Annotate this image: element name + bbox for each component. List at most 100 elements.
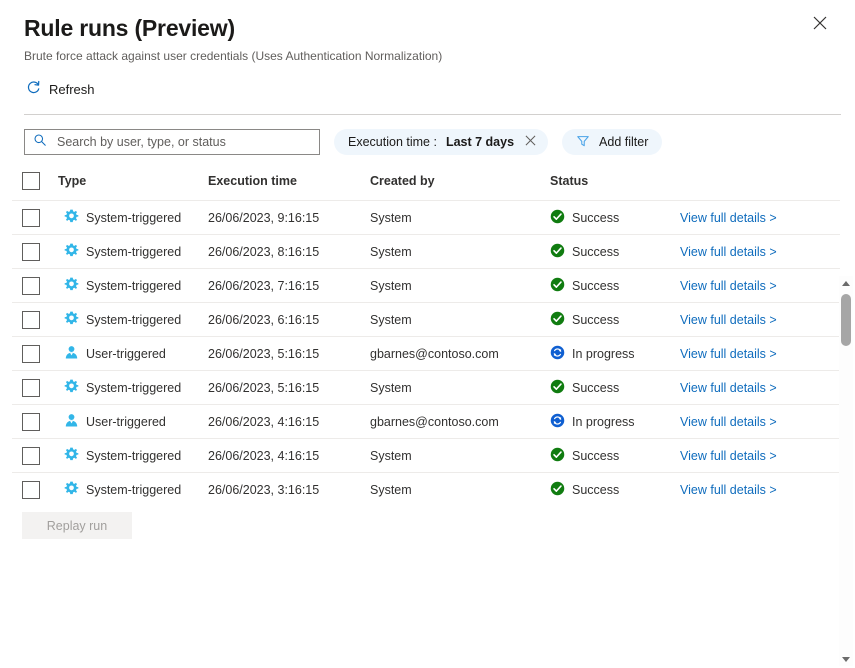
search-box[interactable] bbox=[24, 129, 320, 155]
cell-actions: View full details > bbox=[680, 337, 840, 371]
cell-created-by: gbarnes@contoso.com bbox=[370, 405, 550, 439]
status-label: Success bbox=[572, 449, 619, 463]
cell-actions: View full details > bbox=[680, 473, 840, 507]
cell-actions: View full details > bbox=[680, 371, 840, 405]
replay-run-button[interactable]: Replay run bbox=[22, 512, 132, 539]
cell-actions: View full details > bbox=[680, 439, 840, 473]
row-checkbox[interactable] bbox=[22, 311, 40, 329]
view-full-details-link[interactable]: View full details > bbox=[680, 483, 777, 497]
table-row[interactable]: System-triggered26/06/2023, 6:16:15Syste… bbox=[12, 303, 840, 337]
status-label: In progress bbox=[572, 347, 635, 361]
close-icon bbox=[525, 135, 536, 149]
scroll-up-button[interactable] bbox=[839, 276, 853, 290]
scrollbar-track[interactable] bbox=[839, 290, 853, 652]
column-header-type[interactable]: Type bbox=[58, 172, 208, 201]
row-select-cell bbox=[12, 405, 58, 439]
view-full-details-link[interactable]: View full details > bbox=[680, 313, 777, 327]
row-checkbox[interactable] bbox=[22, 345, 40, 363]
filter-chip-execution-time[interactable]: Execution time : Last 7 days bbox=[334, 129, 548, 155]
cell-created-by: System bbox=[370, 371, 550, 405]
view-full-details-link[interactable]: View full details > bbox=[680, 415, 777, 429]
status-label: Success bbox=[572, 211, 619, 225]
cell-status: In progress bbox=[550, 405, 680, 439]
column-header-execution-time[interactable]: Execution time bbox=[208, 172, 370, 201]
view-full-details-link[interactable]: View full details > bbox=[680, 279, 777, 293]
cell-status: Success bbox=[550, 269, 680, 303]
filter-funnel-icon bbox=[576, 134, 590, 151]
cell-created-by: System bbox=[370, 303, 550, 337]
table-header: Type Execution time Created by Status bbox=[12, 172, 840, 201]
row-checkbox[interactable] bbox=[22, 447, 40, 465]
table-header-row: Type Execution time Created by Status bbox=[12, 172, 840, 201]
cell-execution-time: 26/06/2023, 8:16:15 bbox=[208, 235, 370, 269]
table-row[interactable]: System-triggered 26/06/2023, 5:16:15Syste… bbox=[12, 371, 840, 405]
table-row[interactable]: System-triggered26/06/2023, 8:16:15Syste… bbox=[12, 235, 840, 269]
column-header-status[interactable]: Status bbox=[550, 172, 680, 201]
row-select-cell bbox=[12, 269, 58, 303]
status-label: Success bbox=[572, 483, 619, 497]
success-check-icon bbox=[550, 481, 565, 499]
panel-header: Rule runs (Preview) Brute force attack a… bbox=[0, 0, 855, 64]
add-filter-label: Add filter bbox=[599, 135, 648, 149]
filter-chip-label: Execution time : bbox=[348, 135, 437, 149]
table-row[interactable]: System-triggered26/06/2023, 3:16:15Syste… bbox=[12, 473, 840, 507]
cell-status: Success bbox=[550, 439, 680, 473]
command-bar: Refresh bbox=[0, 64, 855, 102]
type-label: User-triggered bbox=[86, 415, 166, 429]
success-check-icon bbox=[550, 243, 565, 261]
success-check-icon bbox=[550, 447, 565, 465]
cell-status: Success bbox=[550, 371, 680, 405]
status-label: In progress bbox=[572, 415, 635, 429]
cell-actions: View full details > bbox=[680, 269, 840, 303]
cell-type: System-triggered bbox=[58, 371, 208, 405]
cell-actions: View full details > bbox=[680, 201, 840, 235]
refresh-button[interactable]: Refresh bbox=[24, 76, 101, 102]
type-label: System-triggered bbox=[86, 279, 181, 293]
scrollbar-thumb[interactable] bbox=[841, 294, 851, 346]
table-row[interactable]: User-triggered 26/06/2023, 4:16:15gbarnes… bbox=[12, 405, 840, 439]
view-full-details-link[interactable]: View full details > bbox=[680, 449, 777, 463]
gear-icon bbox=[64, 209, 79, 227]
view-full-details-link[interactable]: View full details > bbox=[680, 347, 777, 361]
row-checkbox[interactable] bbox=[22, 243, 40, 261]
refresh-label: Refresh bbox=[49, 82, 95, 97]
cell-created-by: gbarnes@contoso.com bbox=[370, 337, 550, 371]
type-label: System-triggered bbox=[86, 381, 181, 395]
view-full-details-link[interactable]: View full details > bbox=[680, 245, 777, 259]
view-full-details-link[interactable]: View full details > bbox=[680, 211, 777, 225]
column-header-actions bbox=[680, 172, 840, 201]
scroll-down-button[interactable] bbox=[839, 652, 853, 666]
select-all-checkbox[interactable] bbox=[22, 172, 40, 190]
cell-execution-time: 26/06/2023, 5:16:15 bbox=[208, 371, 370, 405]
row-checkbox[interactable] bbox=[22, 277, 40, 295]
table-row[interactable]: User-triggered26/06/2023, 5:16:15gbarnes… bbox=[12, 337, 840, 371]
filter-row: Execution time : Last 7 days Add filter bbox=[0, 115, 855, 155]
filter-chip-remove-button[interactable] bbox=[523, 133, 538, 151]
row-checkbox[interactable] bbox=[22, 481, 40, 499]
close-button[interactable] bbox=[805, 8, 835, 38]
cell-status: Success bbox=[550, 201, 680, 235]
row-checkbox[interactable] bbox=[22, 413, 40, 431]
table-row[interactable]: System-triggered26/06/2023, 4:16:15Syste… bbox=[12, 439, 840, 473]
add-filter-button[interactable]: Add filter bbox=[562, 129, 662, 155]
runs-table-container: Type Execution time Created by Status Sy… bbox=[0, 172, 855, 506]
row-checkbox[interactable] bbox=[22, 379, 40, 397]
row-checkbox[interactable] bbox=[22, 209, 40, 227]
cell-execution-time: 26/06/2023, 4:16:15 bbox=[208, 405, 370, 439]
cell-type: User-triggered bbox=[58, 337, 208, 371]
user-icon bbox=[64, 345, 79, 363]
close-icon bbox=[813, 16, 827, 30]
view-full-details-link[interactable]: View full details > bbox=[680, 381, 777, 395]
cell-status: Success bbox=[550, 473, 680, 507]
column-header-created-by[interactable]: Created by bbox=[370, 172, 550, 201]
table-scrollbar[interactable] bbox=[839, 276, 853, 666]
table-row[interactable]: System-triggered26/06/2023, 7:16:15Syste… bbox=[12, 269, 840, 303]
gear-icon bbox=[64, 277, 79, 295]
cell-execution-time: 26/06/2023, 7:16:15 bbox=[208, 269, 370, 303]
gear-icon bbox=[64, 481, 79, 499]
success-check-icon bbox=[550, 379, 565, 397]
row-select-cell bbox=[12, 337, 58, 371]
cell-type: System-triggered bbox=[58, 439, 208, 473]
table-row[interactable]: System-triggered26/06/2023, 9:16:15Syste… bbox=[12, 201, 840, 235]
search-input[interactable] bbox=[55, 134, 313, 150]
